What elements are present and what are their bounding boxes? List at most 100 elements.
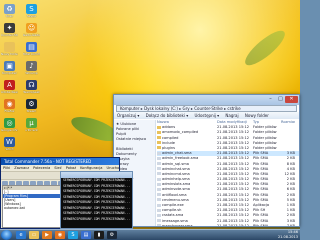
file-name-text: compile.exe: [162, 203, 184, 207]
console-line: SERWERCSPOBRANY.COM PRZEKIEROWAN...: [63, 178, 131, 182]
desktop-icon[interactable]: ◎Google Chrome: [1, 118, 18, 132]
total-commander-icon[interactable]: ▤: [81, 231, 91, 239]
desktop-icon-label: Google Chrome: [1, 128, 18, 132]
menu-item[interactable]: Sieć: [54, 166, 61, 170]
steam-icon[interactable]: ⚙: [107, 231, 117, 239]
folder-icon: [157, 136, 161, 140]
menu-item[interactable]: Konfiguracja: [80, 166, 102, 170]
explorer-titlebar[interactable]: – □ ✕: [114, 95, 299, 105]
desktop-icon-label: Counter-Strike: [1, 33, 18, 37]
media-icon[interactable]: ▶: [42, 231, 52, 239]
desktop-icon[interactable]: ♪ Winamp: [25, 61, 38, 75]
console-line: SERWERCSPOBRANY.COM PRZEKIEROWAN...: [63, 216, 131, 221]
console-window[interactable]: SERWERCSPOBRANY.COM PRZEKIEROWAN... SERWE…: [60, 171, 133, 229]
desktop-icon[interactable]: ✦Counter-Strike: [1, 23, 18, 37]
menu-item[interactable]: Uruchom: [106, 166, 119, 170]
torrent-icon: µ: [26, 118, 37, 128]
file-row[interactable]: mapchooser.sma 21.08.2013 15:12 Plik SMA 7 …: [157, 224, 299, 226]
toolbar-organize[interactable]: Organizuj ▾: [117, 113, 139, 118]
toolbar-share[interactable]: Udostępnij ▾: [195, 113, 220, 118]
file-name-text: compile.sh: [162, 208, 182, 213]
file-icon: [157, 224, 161, 226]
file-icon: [157, 151, 161, 155]
cs-game-icon: ✦: [4, 23, 15, 33]
file-name-text: cmdmenu.sma: [162, 197, 189, 202]
chrome-icon: ◎: [4, 118, 15, 128]
clock-date: 21.08.2013: [277, 235, 298, 239]
media-player-icon: ♪: [26, 61, 37, 71]
manager-title: Total Commander 7.56a - NOT REGISTERED: [4, 159, 92, 164]
recycle-bin-icon: ♻: [4, 4, 15, 14]
menu-item[interactable]: Pliki: [3, 166, 10, 170]
close-button[interactable]: ✕: [285, 96, 298, 103]
firefox-icon[interactable]: ◉: [55, 231, 65, 239]
file-icon: [157, 213, 161, 217]
file-name-text: admin_sql.sma: [162, 161, 189, 166]
menu-item[interactable]: Polecenia: [33, 166, 50, 170]
desktop-icon[interactable]: ▤Total Commander: [23, 42, 40, 56]
minimize-button[interactable]: –: [266, 96, 275, 103]
desktop-icon[interactable]: ☊ Teamspeak: [23, 80, 40, 94]
start-button[interactable]: [1, 230, 12, 240]
toolbar-include-library[interactable]: Dołącz do biblioteki ▾: [146, 113, 189, 118]
file-list: Nazwa Data modyfikacji Typ Rozmiar addons 21…: [157, 120, 299, 226]
toolbar-new-folder[interactable]: Nowy folder: [245, 113, 269, 118]
manager-titlebar[interactable]: Total Commander 7.56a - NOT REGISTERED: [1, 158, 119, 165]
desktop-icon-label: Total Commander: [23, 52, 40, 56]
file-name-text: addons: [162, 125, 176, 130]
desktop-icon[interactable]: ▣ Komputer: [2, 61, 17, 75]
file-name-text: plugins: [162, 145, 175, 150]
file-name-text: imessage.sma: [162, 218, 188, 223]
clock[interactable]: 15:46 21.08.2013: [278, 230, 298, 240]
desktop-icon[interactable]: Nowy folder: [1, 42, 18, 56]
panel-row[interactable]: autoexec.bat: [3, 206, 60, 210]
desktop-icon[interactable]: ⚙ Steam: [25, 99, 38, 113]
console-line: SERWERCSPOBRANY.COM PRZEKIEROWAN...: [63, 211, 131, 215]
file-name-text: include: [162, 140, 176, 145]
file-date: 21.08.2013 15:12: [217, 223, 250, 226]
file-name-text: amxmodx_compiled: [162, 130, 199, 135]
file-name-text: compiled: [162, 135, 179, 140]
desktop-icon[interactable]: ☺ Gadu-Gadu: [23, 23, 40, 37]
skype-icon[interactable]: S: [68, 231, 78, 239]
file-icon: [157, 187, 161, 191]
desktop-icon[interactable]: ◉ Firefox: [3, 99, 16, 113]
desktop-icon-label: Word: [5, 147, 14, 151]
desktop-icon[interactable]: µ uTorrent: [25, 118, 38, 132]
explorer-icon[interactable]: ▭: [29, 231, 39, 239]
desktop-icon-label: uTorrent: [25, 128, 38, 132]
desktop-icon-label: Komputer: [2, 71, 17, 75]
file-icon: [157, 172, 161, 176]
desktop-icon[interactable]: ♻ Kosz: [3, 4, 16, 18]
folder-icon: [157, 125, 161, 129]
folder-icon: [157, 130, 161, 134]
document-icon: W: [4, 137, 15, 147]
left-panel[interactable]: c:\*.* [..] [Program Files] [Users] [Window…: [2, 185, 61, 228]
wallpaper-leaf: [240, 25, 290, 71]
maximize-button[interactable]: □: [276, 96, 285, 103]
desktop-icon-label: Adobe Reader: [1, 90, 18, 94]
file-icon: [157, 193, 161, 197]
explorer-window[interactable]: – □ ✕ Komputer ▸ Dysk lokalny (C:) ▸ Gry…: [113, 94, 300, 227]
toolbar-burn[interactable]: Nagraj: [225, 113, 238, 118]
file-type: Plik SMA: [253, 223, 269, 226]
console-icon[interactable]: ▮: [94, 231, 104, 239]
address-bar[interactable]: Komputer ▸ Dysk lokalny (C:) ▸ Gry ▸ Cou…: [116, 105, 297, 112]
menu-item[interactable]: Pokaż: [66, 166, 76, 170]
file-name-text: adminslots.sma: [162, 182, 191, 187]
messenger-icon: ☺: [26, 23, 37, 33]
file-icon: [157, 208, 161, 212]
file-name-text: mapchooser.sma: [162, 223, 193, 226]
desktop-icon[interactable]: S Skype: [25, 4, 38, 18]
file-name-text: antiflood.sma: [162, 192, 187, 197]
menu-item[interactable]: Zaznacz: [14, 166, 29, 170]
desktop-icon-label: Teamspeak: [23, 90, 40, 94]
desktop-icon[interactable]: AAdobe Reader: [1, 80, 18, 94]
file-icon: [157, 219, 161, 223]
taskbar: e ▭ ▶ ◉ S ▤ ▮ ⚙ 15:46 21.08.2013: [0, 229, 300, 240]
desktop-icon[interactable]: W Word: [3, 137, 16, 151]
folder-icon: [157, 146, 161, 150]
folder-icon: [4, 42, 15, 52]
ie-icon[interactable]: e: [16, 231, 26, 239]
file-size: 7 KB: [286, 223, 295, 226]
